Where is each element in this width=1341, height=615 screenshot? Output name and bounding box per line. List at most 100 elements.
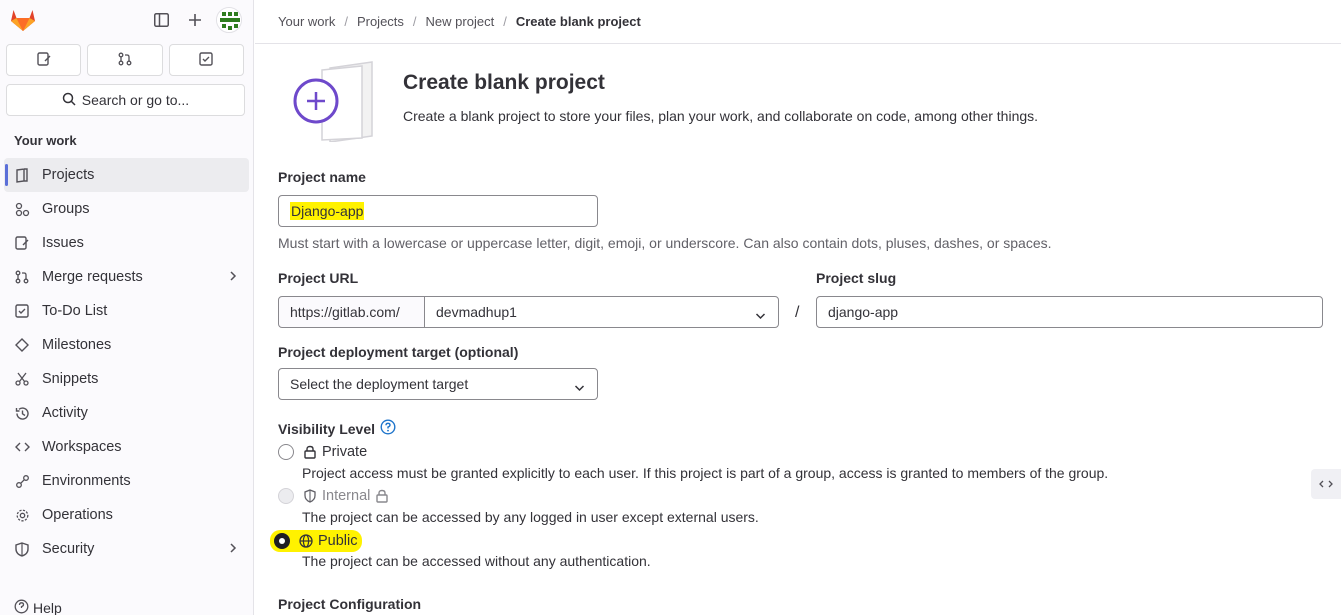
help-label: Help bbox=[33, 600, 62, 615]
sidebar-item-merge-requests[interactable]: Merge requests bbox=[4, 260, 249, 294]
visibility-private-radio[interactable] bbox=[278, 444, 294, 460]
visibility-internal-label: Internal bbox=[322, 488, 371, 504]
question-circle-icon[interactable] bbox=[380, 419, 396, 438]
sidebar-item-label: Operations bbox=[42, 507, 113, 523]
breadcrumb-current[interactable]: Create blank project bbox=[516, 14, 641, 29]
visibility-internal-radio[interactable] bbox=[278, 488, 294, 504]
todo-icon bbox=[199, 51, 214, 69]
project-slug-label: Project slug bbox=[816, 270, 897, 286]
sidebar-item-label: Workspaces bbox=[42, 439, 122, 455]
blank-project-illustration bbox=[293, 61, 373, 142]
project-url-label: Project URL bbox=[278, 270, 359, 286]
environment-icon bbox=[14, 473, 30, 489]
sidebar-item-environments[interactable]: Environments bbox=[4, 464, 249, 498]
breadcrumb-projects[interactable]: Projects bbox=[357, 14, 404, 29]
namespace-value: devmadhup1 bbox=[436, 304, 517, 320]
merge-request-icon bbox=[14, 269, 30, 285]
chevron-right-icon bbox=[229, 542, 237, 558]
chevron-right-icon bbox=[229, 270, 237, 286]
gitlab-logo-icon[interactable] bbox=[10, 8, 36, 32]
help-icon bbox=[14, 599, 29, 615]
sidebar-item-milestones[interactable]: Milestones bbox=[4, 328, 249, 362]
user-avatar[interactable] bbox=[216, 7, 242, 33]
sidebar-item-label: Environments bbox=[42, 473, 131, 489]
snippet-icon bbox=[14, 371, 30, 387]
namespace-select[interactable]: devmadhup1 bbox=[424, 296, 779, 328]
cloud-gear-icon bbox=[14, 507, 30, 523]
breadcrumb-new-project[interactable]: New project bbox=[426, 14, 495, 29]
sidebar-item-label: To-Do List bbox=[42, 303, 108, 319]
shield-icon bbox=[14, 541, 30, 557]
project-name-label: Project name bbox=[278, 169, 366, 185]
lock-icon bbox=[375, 489, 389, 503]
search-label: Search or go to... bbox=[81, 92, 190, 108]
sidebar: Search or go to... Your work Projects Gr… bbox=[0, 0, 254, 615]
sidebar-item-security[interactable]: Security bbox=[4, 532, 249, 566]
project-url-prefix: https://gitlab.com/ bbox=[278, 296, 425, 328]
code-review-widget-icon[interactable] bbox=[1311, 469, 1341, 499]
search-button[interactable]: Search or go to... bbox=[6, 84, 245, 116]
page-title: Create blank project bbox=[403, 71, 605, 94]
sidebar-item-projects[interactable]: Projects bbox=[4, 158, 249, 192]
chevron-down-icon bbox=[574, 379, 585, 395]
sidebar-item-label: Issues bbox=[42, 235, 84, 251]
breadcrumb-your-work[interactable]: Your work bbox=[278, 14, 335, 29]
deployment-target-select[interactable]: Select the deployment target bbox=[278, 368, 598, 400]
sidebar-header bbox=[0, 0, 254, 40]
quick-actions bbox=[6, 44, 244, 76]
todo-quick-button[interactable] bbox=[168, 44, 244, 76]
breadcrumb-separator: / bbox=[503, 14, 507, 29]
group-icon bbox=[14, 201, 30, 217]
merge-request-icon bbox=[118, 52, 132, 69]
sidebar-item-label: Activity bbox=[42, 405, 88, 421]
project-name-value: Django-app bbox=[290, 202, 365, 220]
url-slash: / bbox=[795, 304, 800, 321]
sidebar-item-issues[interactable]: Issues bbox=[4, 226, 249, 260]
sidebar-nav: Projects Groups Issues Merge requests To… bbox=[4, 158, 249, 566]
project-slug-input[interactable]: django-app bbox=[816, 296, 1323, 328]
sidebar-item-snippets[interactable]: Snippets bbox=[4, 362, 249, 396]
issues-quick-button[interactable] bbox=[6, 44, 82, 76]
project-configuration-label: Project Configuration bbox=[278, 596, 422, 612]
sidebar-item-label: Projects bbox=[42, 167, 95, 183]
visibility-public-highlight: Public bbox=[270, 530, 362, 552]
project-name-help: Must start with a lowercase or uppercase… bbox=[278, 235, 1052, 251]
sidebar-item-workspaces[interactable]: Workspaces bbox=[4, 430, 249, 464]
visibility-public-radio[interactable] bbox=[274, 533, 290, 549]
visibility-public-description: The project can be accessed without any … bbox=[302, 553, 651, 569]
search-icon bbox=[62, 92, 76, 109]
visibility-private-description: Project access must be granted explicitl… bbox=[302, 465, 1109, 481]
sidebar-item-todo[interactable]: To-Do List bbox=[4, 294, 249, 328]
project-name-input[interactable]: Django-app bbox=[278, 195, 598, 227]
lock-icon bbox=[303, 445, 317, 459]
visibility-public-label: Public bbox=[318, 533, 358, 549]
todo-icon bbox=[14, 303, 30, 319]
visibility-private-option[interactable]: Private bbox=[278, 444, 367, 460]
project-icon bbox=[14, 167, 30, 183]
sidebar-item-label: Merge requests bbox=[42, 269, 143, 285]
deployment-target-label: Project deployment target (optional) bbox=[278, 344, 519, 360]
sidebar-toggle-icon[interactable] bbox=[150, 9, 172, 31]
sidebar-item-activity[interactable]: Activity bbox=[4, 396, 249, 430]
visibility-private-label: Private bbox=[322, 444, 368, 460]
visibility-internal-description: The project can be accessed by any logge… bbox=[302, 509, 759, 525]
sidebar-section-title: Your work bbox=[14, 133, 77, 148]
project-slug-value: django-app bbox=[828, 304, 899, 320]
breadcrumb-separator: / bbox=[344, 14, 348, 29]
help-link[interactable]: Help bbox=[14, 599, 62, 615]
deployment-target-placeholder: Select the deployment target bbox=[290, 376, 469, 392]
visibility-internal-option[interactable]: Internal bbox=[278, 488, 394, 504]
milestone-icon bbox=[14, 337, 30, 353]
history-icon bbox=[14, 405, 30, 421]
sidebar-item-label: Groups bbox=[42, 201, 90, 217]
visibility-public-option[interactable]: Public bbox=[270, 530, 362, 552]
sidebar-item-operations[interactable]: Operations bbox=[4, 498, 249, 532]
sidebar-item-label: Security bbox=[42, 541, 95, 557]
create-new-icon[interactable] bbox=[184, 9, 206, 31]
sidebar-item-label: Milestones bbox=[42, 337, 112, 353]
code-icon bbox=[14, 439, 30, 455]
sidebar-item-groups[interactable]: Groups bbox=[4, 192, 249, 226]
merge-requests-quick-button[interactable] bbox=[87, 44, 163, 76]
issues-icon bbox=[14, 235, 30, 251]
page-description: Create a blank project to store your fil… bbox=[403, 108, 1039, 124]
